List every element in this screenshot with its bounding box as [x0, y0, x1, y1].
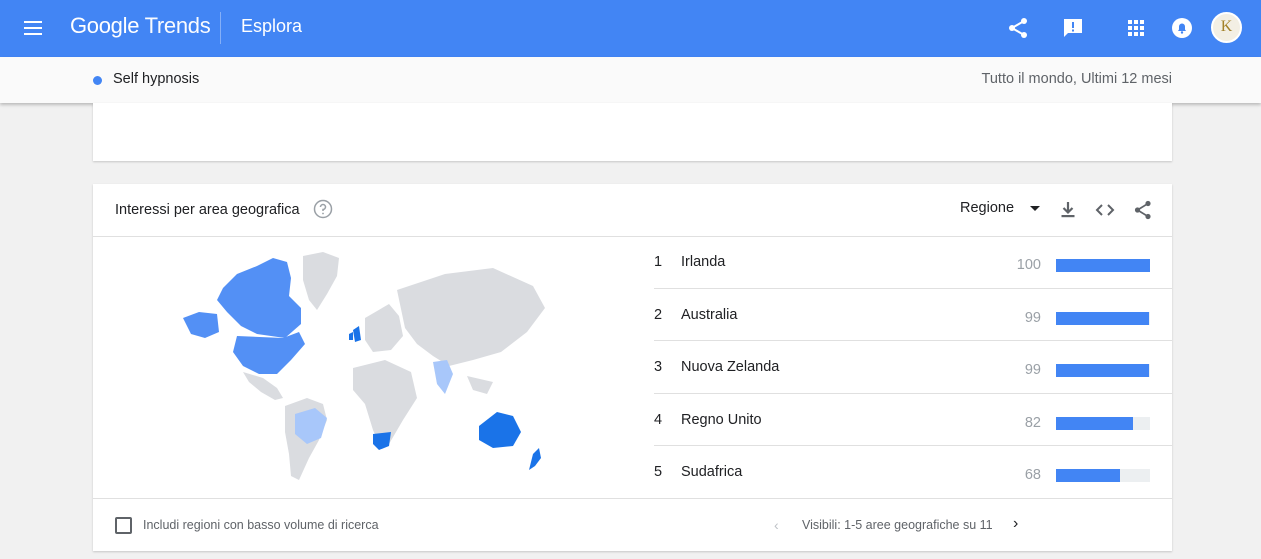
- interest-bar-fill: [1056, 469, 1120, 482]
- map-region-asia[interactable]: [397, 268, 545, 366]
- pagination-label: Visibili: 1-5 aree geografiche su 11: [802, 518, 993, 532]
- interest-bar-track: [1056, 416, 1150, 430]
- map-region-australia[interactable]: [479, 412, 521, 448]
- map-region-ireland[interactable]: [349, 332, 353, 340]
- region-ranking-list: 1 Irlanda 100 2 Australia 99 3 Nuova Zelanda 99 4…: [654, 236, 1172, 499]
- apps-icon[interactable]: [1124, 16, 1148, 40]
- interest-over-time-card: [93, 103, 1172, 161]
- interest-value: 99: [1024, 309, 1041, 326]
- resolution-dropdown[interactable]: Regione: [960, 200, 1014, 222]
- interest-bar-track: [1056, 311, 1150, 325]
- header-divider: [220, 12, 221, 44]
- region-name[interactable]: Nuova Zelanda: [681, 359, 779, 375]
- rank-number: 5: [654, 464, 663, 480]
- map-region-alaska[interactable]: [183, 312, 219, 338]
- google-trends-logo[interactable]: Google Trends: [70, 13, 211, 39]
- map-region-greenland[interactable]: [303, 252, 339, 310]
- map-region-canada[interactable]: [217, 258, 301, 338]
- app-bar: Google Trends Esplora K: [0, 0, 1261, 57]
- account-avatar[interactable]: K: [1211, 12, 1242, 43]
- map-region-new-zealand[interactable]: [529, 448, 541, 470]
- card-title: Interessi per area geografica: [115, 202, 300, 218]
- interest-value: 82: [1024, 414, 1041, 431]
- interest-value: 100: [1016, 257, 1041, 273]
- region-name[interactable]: Australia: [681, 307, 737, 323]
- interest-value: 68: [1024, 467, 1041, 483]
- map-region-se-asia[interactable]: [467, 376, 493, 394]
- region-row[interactable]: 4 Regno Unito 82: [654, 394, 1172, 446]
- region-row[interactable]: 1 Irlanda 100: [654, 236, 1172, 289]
- interest-value: 99: [1024, 362, 1041, 378]
- rank-number: 3: [654, 359, 663, 375]
- notifications-icon[interactable]: [1170, 16, 1194, 40]
- card-footer-divider: [93, 498, 1172, 499]
- chevron-right-icon[interactable]: ›: [1013, 515, 1018, 533]
- low-volume-checkbox[interactable]: [115, 517, 132, 534]
- search-term-label[interactable]: Self hypnosis: [113, 71, 199, 87]
- map-region-usa[interactable]: [233, 332, 305, 374]
- help-icon[interactable]: [313, 199, 333, 219]
- interest-bar-fill: [1056, 416, 1134, 430]
- page-title: Esplora: [241, 16, 303, 36]
- avatar-letter: K: [1220, 18, 1233, 35]
- share-icon[interactable]: [1132, 199, 1154, 221]
- search-term-bar: Self hypnosis Tutto il mondo, Ultimi 12 …: [0, 57, 1261, 103]
- logo-google: Google: [70, 13, 140, 38]
- interest-bar-fill: [1056, 311, 1150, 325]
- interest-bar-track: [1056, 469, 1150, 482]
- feedback-icon[interactable]: [1061, 16, 1085, 40]
- region-name[interactable]: Sudafrica: [681, 464, 742, 480]
- menu-icon[interactable]: [22, 17, 44, 39]
- rank-number: 4: [654, 411, 663, 428]
- map-region-south-africa[interactable]: [373, 432, 391, 450]
- logo-trends: Trends: [144, 13, 211, 38]
- embed-icon[interactable]: [1094, 199, 1116, 221]
- region-row[interactable]: 2 Australia 99: [654, 289, 1172, 341]
- interest-bar-fill: [1056, 259, 1150, 272]
- region-name[interactable]: Regno Unito: [681, 412, 762, 428]
- series-color-dot: [93, 76, 102, 85]
- region-row[interactable]: 5 Sudafrica 68: [654, 446, 1172, 499]
- interest-bar-track: [1056, 259, 1150, 272]
- chevron-left-icon[interactable]: ‹: [774, 517, 779, 533]
- interest-bar-fill: [1056, 364, 1150, 377]
- map-region-mexico[interactable]: [243, 372, 283, 400]
- rank-number: 1: [654, 254, 663, 270]
- region-name[interactable]: Irlanda: [681, 254, 725, 270]
- map-region-uk[interactable]: [353, 326, 361, 342]
- share-icon[interactable]: [1006, 16, 1030, 40]
- chevron-down-icon[interactable]: [1030, 206, 1040, 211]
- search-filters-summary[interactable]: Tutto il mondo, Ultimi 12 mesi: [982, 71, 1172, 87]
- geo-interest-card: Interessi per area geografica Regione 1 …: [93, 184, 1172, 551]
- world-map[interactable]: [177, 248, 553, 484]
- region-row[interactable]: 3 Nuova Zelanda 99: [654, 341, 1172, 394]
- map-region-europe[interactable]: [365, 304, 403, 352]
- interest-bar-track: [1056, 364, 1150, 377]
- low-volume-label[interactable]: Includi regioni con basso volume di rice…: [143, 518, 379, 532]
- download-icon[interactable]: [1057, 199, 1079, 221]
- rank-number: 2: [654, 306, 663, 323]
